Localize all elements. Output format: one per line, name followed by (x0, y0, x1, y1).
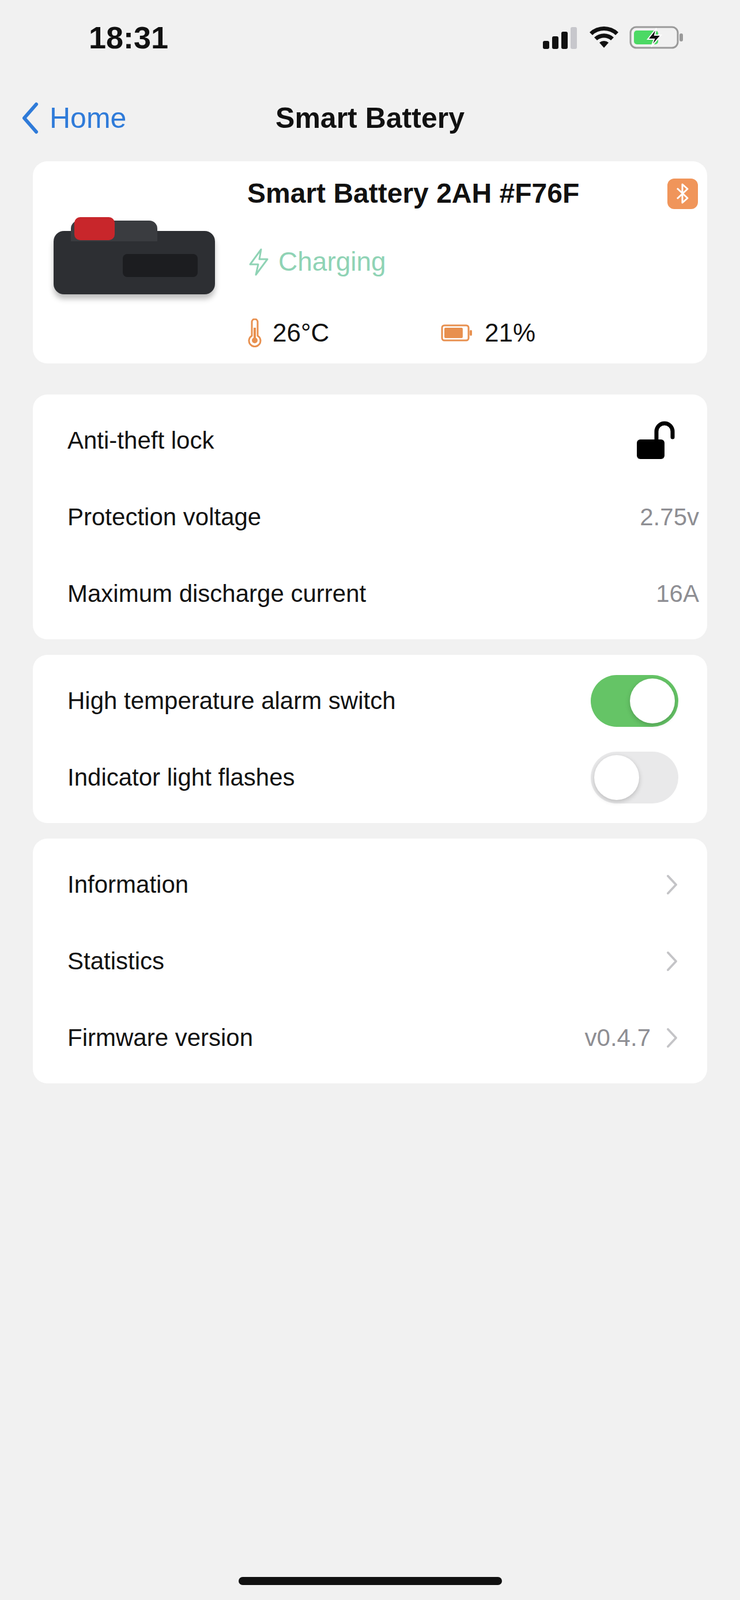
battery-level: 21% (440, 314, 536, 353)
row-label: Indicator light flashes (67, 759, 296, 796)
settings-row[interactable]: High temperature alarm switch (32, 662, 708, 740)
settings-row[interactable]: Anti-theft lock (32, 402, 708, 479)
battery-icon (440, 323, 474, 343)
settings-row: Protection voltage 2.75v (32, 478, 708, 556)
toggle-switch[interactable] (590, 675, 679, 728)
row-label: Firmware version (67, 1020, 254, 1057)
page-title: Smart Battery (275, 96, 465, 141)
row-value: v0.4.7 (584, 1020, 651, 1057)
row-label: Protection voltage (67, 499, 262, 536)
bluetooth-icon (675, 182, 691, 205)
row-label: High temperature alarm switch (67, 682, 396, 720)
settings-group: Anti-theft lock Protection voltage 2.75v Ma… (32, 394, 708, 640)
lightning-icon (247, 247, 271, 277)
chevron-right-icon (665, 950, 679, 973)
toggle-knob (629, 678, 675, 724)
thermometer-icon (247, 318, 263, 348)
back-button[interactable]: Home (20, 74, 127, 162)
row-label: Anti-theft lock (67, 422, 214, 459)
settings-row[interactable]: Statistics (32, 923, 708, 1000)
row-label: Statistics (67, 943, 165, 980)
device-name: Smart Battery 2AH #F76F (247, 172, 580, 215)
toggle-knob (594, 755, 640, 801)
bluetooth-badge (667, 178, 698, 210)
wifi-icon (589, 25, 619, 49)
battery-photo (47, 219, 221, 307)
chevron-right-icon (665, 1027, 679, 1050)
settings-row[interactable]: Information (32, 846, 708, 924)
settings-group: Information Statistics Firmware version v0.… (32, 839, 708, 1085)
home-indicator (238, 1577, 502, 1587)
charging-status: Charging (247, 242, 698, 282)
chevron-left-icon (20, 102, 40, 135)
row-label: Maximum discharge current (67, 575, 366, 613)
status-bar: 18:31 (0, 0, 740, 75)
settings-row: Maximum discharge current 16A (32, 555, 708, 633)
row-value: 16A (655, 575, 700, 613)
settings-group: High temperature alarm switch Indicator l… (32, 655, 708, 824)
device-card: Smart Battery 2AH #F76F Charging 26°C21% (32, 161, 708, 364)
row-label: Information (67, 866, 189, 904)
nav-bar: Home Smart Battery (0, 74, 740, 162)
app-screen: 18:31 Home Smart Battery Smart Battery 2AH … (0, 0, 740, 1600)
settings-row[interactable]: Firmware version v0.4.7 (32, 999, 708, 1077)
status-battery-icon (629, 24, 685, 51)
unlocked-icon[interactable] (634, 420, 679, 462)
settings-row[interactable]: Indicator light flashes (32, 739, 708, 817)
chevron-right-icon (665, 874, 679, 897)
temperature: 26°C (247, 314, 441, 353)
row-value: 2.75v (639, 499, 700, 536)
toggle-switch[interactable] (590, 752, 679, 804)
signal-icon (542, 25, 579, 49)
status-time: 18:31 (88, 14, 169, 62)
